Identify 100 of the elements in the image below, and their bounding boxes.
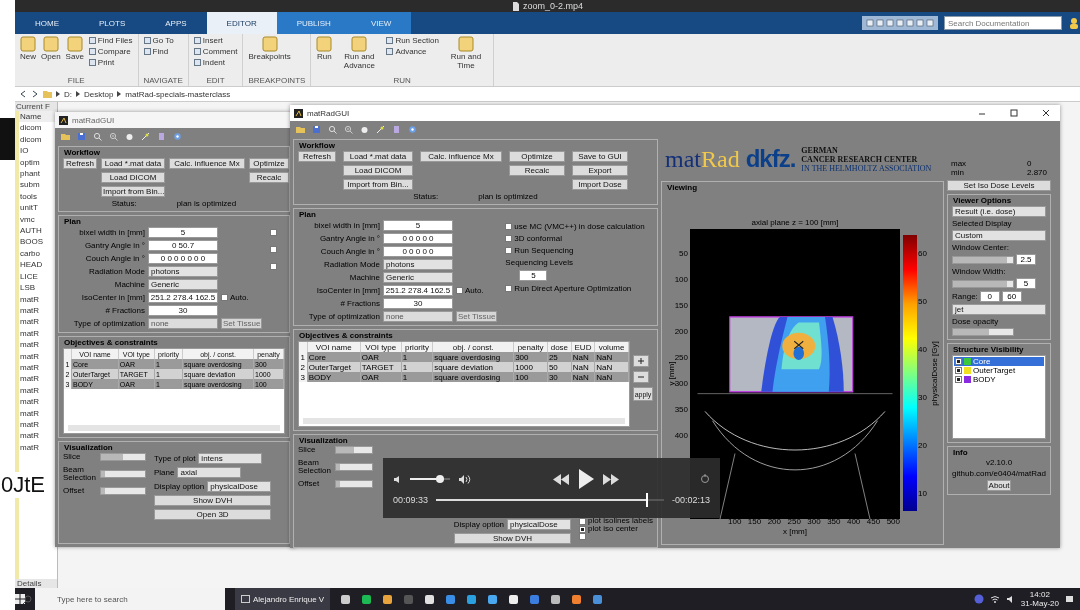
slider[interactable] bbox=[100, 470, 146, 478]
checkbox[interactable] bbox=[270, 263, 278, 270]
zoom-out-icon[interactable] bbox=[109, 131, 118, 141]
dvh-button[interactable]: Show DVH bbox=[453, 533, 572, 544]
text-field[interactable]: 0 50.7 bbox=[148, 240, 218, 251]
dropdown[interactable]: physicalDose bbox=[507, 519, 572, 530]
dropdown[interactable]: intens bbox=[198, 453, 263, 464]
app-icon[interactable] bbox=[550, 593, 562, 605]
dropdown[interactable]: photons bbox=[148, 266, 218, 277]
file-item[interactable]: matR bbox=[19, 316, 57, 328]
checkbox[interactable] bbox=[955, 358, 962, 365]
file-item[interactable]: matR bbox=[19, 384, 57, 397]
back-icon[interactable] bbox=[19, 90, 27, 98]
horizontal-scrollbar[interactable] bbox=[68, 425, 280, 431]
checkbox[interactable] bbox=[579, 517, 587, 525]
text-field[interactable]: 0 0 0 0 0 0 0 bbox=[148, 253, 218, 264]
dropdown[interactable]: Generic bbox=[383, 272, 453, 283]
ribbon-button[interactable]: Run bbox=[316, 36, 333, 76]
app-icon[interactable] bbox=[466, 593, 478, 605]
checkbox[interactable] bbox=[270, 246, 278, 253]
text-field[interactable]: 251.2 278.4 162.5 bbox=[383, 285, 453, 296]
dropdown[interactable]: axial bbox=[177, 467, 242, 478]
maximize-icon[interactable] bbox=[1009, 109, 1019, 117]
path-segment[interactable]: Desktop bbox=[84, 89, 114, 99]
folder-icon[interactable] bbox=[61, 131, 70, 141]
zoom-in-icon[interactable] bbox=[93, 131, 102, 141]
checkbox[interactable] bbox=[270, 229, 278, 236]
file-item[interactable]: unitT bbox=[19, 202, 57, 214]
text-field[interactable]: 30 bbox=[148, 305, 218, 316]
text-field[interactable]: 0 0 0 0 0 bbox=[383, 246, 453, 257]
ribbon-button[interactable]: Print bbox=[88, 58, 133, 67]
ribbon-tab[interactable]: VIEW bbox=[350, 12, 412, 34]
dropdown[interactable]: photons bbox=[383, 259, 453, 270]
add-button[interactable] bbox=[633, 355, 649, 367]
slider[interactable] bbox=[952, 279, 1014, 288]
checkbox[interactable] bbox=[221, 294, 228, 301]
dvh-button[interactable]: Show DVH bbox=[154, 495, 272, 506]
dropdown[interactable]: Custom bbox=[952, 230, 1046, 241]
app-icon[interactable] bbox=[571, 593, 583, 605]
close-icon[interactable] bbox=[1041, 109, 1051, 117]
file-item[interactable]: matR bbox=[19, 339, 57, 351]
text-field[interactable]: 2.5 bbox=[1016, 254, 1036, 265]
file-item[interactable]: LICE bbox=[19, 270, 57, 283]
ribbon-button[interactable]: Run and Time bbox=[443, 36, 488, 76]
file-item[interactable]: dicom bbox=[19, 122, 57, 134]
table-cell[interactable]: NaN bbox=[571, 372, 595, 382]
path-segment[interactable]: D: bbox=[64, 89, 72, 99]
app-icon[interactable] bbox=[508, 593, 520, 605]
taskbar-app[interactable]: Alejandro Enrique V bbox=[235, 588, 331, 610]
workflow-button[interactable]: Optimize bbox=[249, 158, 289, 169]
ribbon-button[interactable]: Run Section bbox=[386, 36, 439, 45]
ribbon-button[interactable]: Go To bbox=[143, 36, 174, 45]
text-field[interactable]: 0 bbox=[979, 291, 1000, 302]
repeat-icon[interactable] bbox=[700, 474, 710, 484]
app-icon[interactable] bbox=[424, 593, 436, 605]
file-item[interactable]: phant bbox=[19, 168, 57, 180]
table-cell[interactable]: 1 bbox=[401, 352, 433, 362]
ribbon-button[interactable]: Find Files bbox=[88, 36, 133, 45]
file-item[interactable]: matR bbox=[19, 373, 57, 385]
slider[interactable] bbox=[100, 453, 146, 461]
ribbon-button[interactable]: Advance bbox=[386, 47, 439, 56]
file-item[interactable]: matR bbox=[19, 293, 57, 305]
file-item[interactable]: matR bbox=[19, 361, 57, 374]
ribbon-tab[interactable]: PLOTS bbox=[79, 12, 146, 34]
zoom-in-icon[interactable] bbox=[328, 124, 337, 134]
structure-item[interactable]: BODY bbox=[954, 375, 1044, 384]
file-item[interactable]: BOOS bbox=[19, 236, 57, 248]
rewind-icon[interactable] bbox=[552, 473, 570, 485]
file-item[interactable]: vmc bbox=[19, 213, 57, 226]
text-field[interactable]: 5 bbox=[383, 220, 453, 231]
speaker-icon[interactable] bbox=[393, 474, 402, 484]
notification-icon[interactable] bbox=[1065, 594, 1074, 604]
file-item[interactable]: matR bbox=[19, 396, 57, 408]
dropdown[interactable]: Generic bbox=[148, 279, 218, 290]
file-item[interactable]: IO bbox=[19, 145, 57, 157]
file-item[interactable]: matR bbox=[19, 350, 57, 362]
file-item[interactable]: LSB bbox=[19, 282, 57, 294]
data-cursor-icon[interactable] bbox=[376, 124, 385, 134]
text-field[interactable]: 0 0 0 0 0 bbox=[383, 233, 453, 244]
checkbox[interactable] bbox=[505, 247, 513, 254]
checkbox[interactable] bbox=[955, 367, 962, 374]
text-field[interactable]: 5 bbox=[519, 270, 548, 281]
ribbon-tab[interactable]: EDITOR bbox=[206, 12, 277, 34]
slider[interactable] bbox=[335, 480, 373, 488]
workflow-button[interactable]: Save to GUI bbox=[572, 151, 628, 162]
slider[interactable] bbox=[952, 328, 1014, 336]
user-icon[interactable] bbox=[1068, 17, 1080, 29]
fast-forward-icon[interactable] bbox=[602, 473, 620, 485]
ribbon-button[interactable]: Save bbox=[65, 36, 84, 76]
checkbox[interactable] bbox=[579, 525, 587, 533]
link[interactable]: github.com/e0404/matRad bbox=[952, 469, 1046, 478]
search-field[interactable]: Type here to search bbox=[35, 588, 225, 610]
forward-icon[interactable] bbox=[31, 90, 39, 98]
file-item[interactable]: optim bbox=[19, 156, 57, 169]
dropdown[interactable]: Result (i.e. dose) bbox=[952, 206, 1046, 217]
text-field[interactable]: 251.2 278.4 162.5 bbox=[148, 292, 218, 303]
data-cursor-icon[interactable] bbox=[141, 131, 150, 141]
ribbon-button[interactable]: New bbox=[20, 36, 36, 76]
table-cell[interactable]: 1 bbox=[401, 362, 433, 372]
workflow-button[interactable]: Import from Bin... bbox=[343, 179, 413, 190]
